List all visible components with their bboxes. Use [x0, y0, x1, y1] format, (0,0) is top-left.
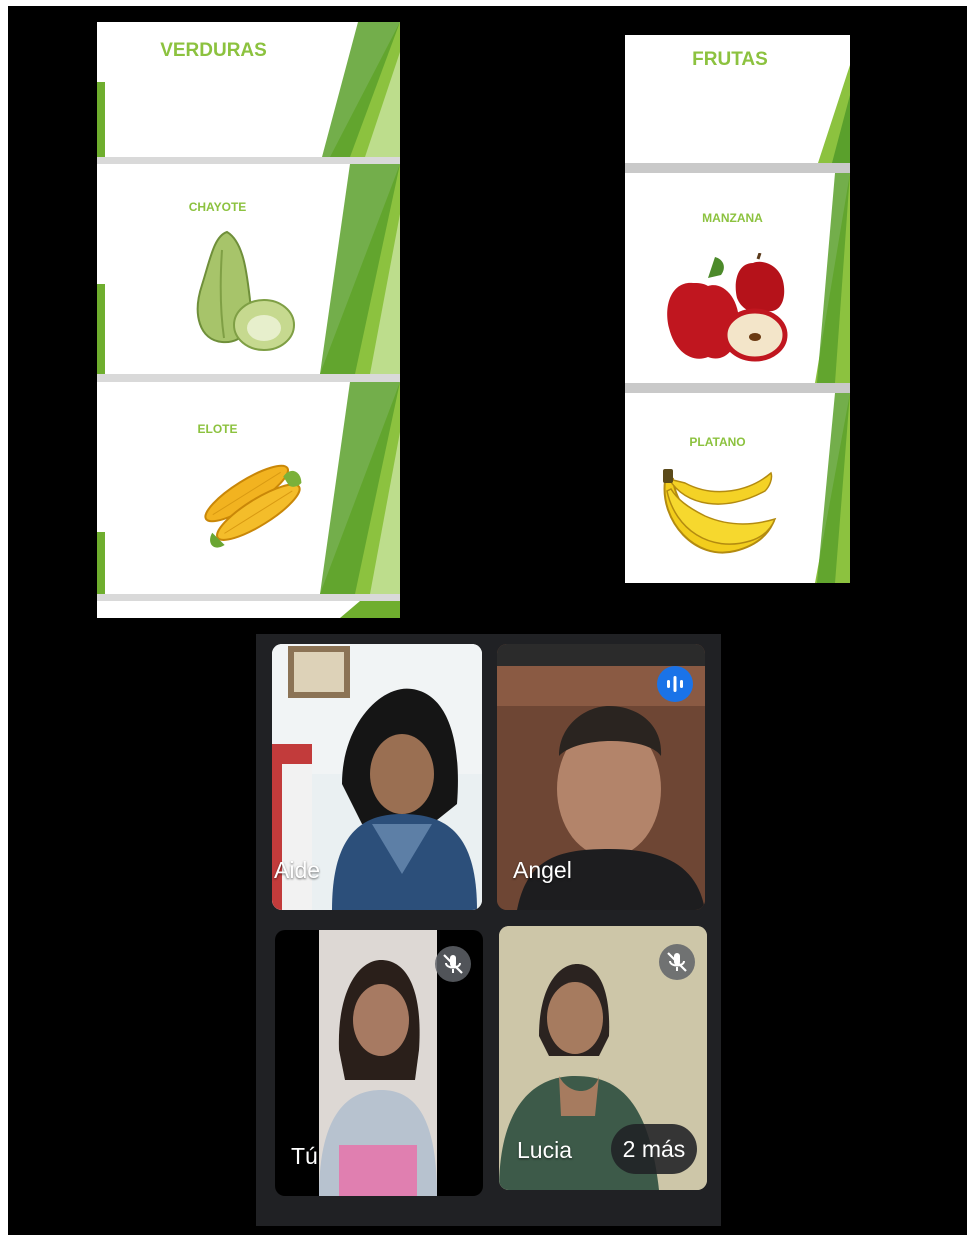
video-call-grid: Aide Angel Tú Lucia 2 más: [256, 634, 721, 1226]
participant-name-lucia: Lucia: [517, 1137, 572, 1163]
participant-name-self: Tú: [291, 1143, 318, 1169]
green-triangle-decoration: [320, 164, 400, 374]
participant-tile-lucia[interactable]: Lucia 2 más: [499, 926, 707, 1190]
participant-tile-aide[interactable]: Aide: [272, 644, 482, 910]
participant-tile-self[interactable]: Tú: [275, 930, 483, 1196]
left-green-stripe: [97, 284, 105, 374]
elote-slide[interactable]: ELOTE: [97, 382, 400, 594]
apple-image: [667, 253, 788, 362]
more-participants-button[interactable]: 2 más: [611, 1124, 697, 1174]
participant-name-aide: Aide: [274, 857, 321, 883]
chayote-slide[interactable]: CHAYOTE: [97, 164, 400, 374]
green-triangle-decoration: [815, 393, 850, 583]
participant-tile-angel[interactable]: Angel: [497, 644, 705, 910]
banana-image: [663, 469, 777, 554]
verduras-slide-strip: VERDURAS CHAYOTE ELOTE: [97, 22, 400, 618]
participant-video-self: [319, 930, 437, 1196]
chayote-label: CHAYOTE: [188, 200, 247, 214]
frutas-title: FRUTAS: [692, 49, 768, 70]
elote-label: ELOTE: [197, 422, 238, 436]
manzana-slide[interactable]: MANZANA: [625, 173, 850, 383]
frutas-slide-strip: FRUTAS MANZANA PLATANO: [625, 35, 850, 583]
corn-image: [204, 464, 302, 548]
next-slide-edge: [97, 601, 400, 618]
verduras-header-slide[interactable]: VERDURAS: [97, 22, 400, 157]
left-green-stripe: [97, 532, 105, 594]
manzana-label: MANZANA: [702, 211, 763, 225]
platano-slide[interactable]: PLATANO: [625, 393, 850, 583]
participant-name-angel: Angel: [513, 857, 572, 883]
chayote-image: [196, 230, 295, 351]
left-green-stripe: [97, 82, 105, 157]
frutas-header-slide[interactable]: FRUTAS: [625, 35, 850, 163]
mic-off-icon: [659, 944, 695, 980]
green-triangle-decoration: [320, 382, 400, 594]
mic-off-icon: [435, 946, 471, 982]
platano-label: PLATANO: [689, 435, 746, 449]
green-triangle-decoration: [815, 173, 850, 383]
speaking-indicator-icon: [657, 666, 693, 702]
verduras-title: VERDURAS: [160, 40, 267, 61]
